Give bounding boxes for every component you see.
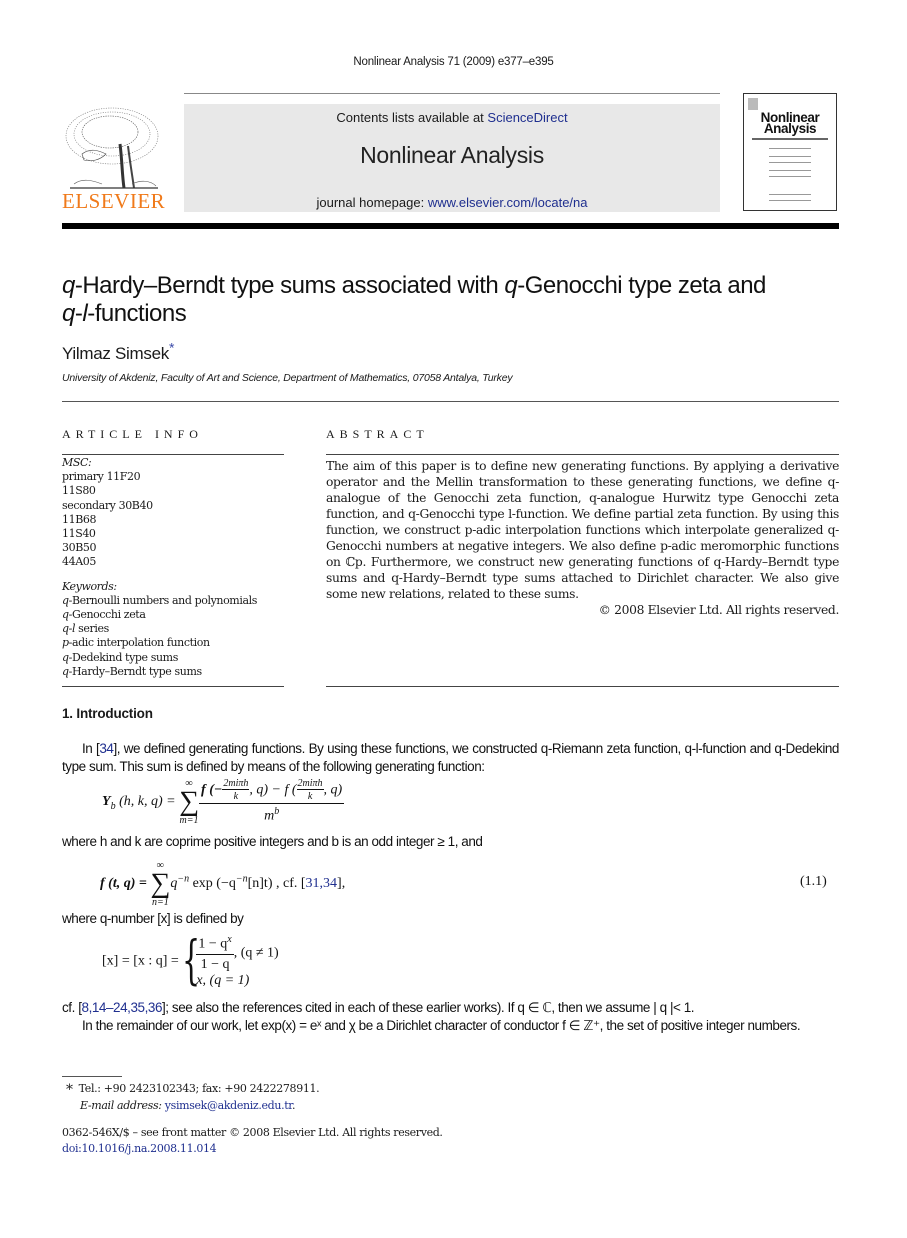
keyword: q-Genocchi zeta bbox=[62, 608, 146, 622]
equation-f: f (t, q) = ∞ ∑ n=1 q−n exp (−q−n[n]t) , cf.… bbox=[100, 860, 346, 908]
msc-code: primary 11F20 bbox=[62, 470, 141, 484]
divider bbox=[326, 454, 839, 455]
article-info-heading: ARTICLE INFO bbox=[62, 427, 203, 441]
reference-sentence: cf. [8,14–24,35,36]; see also the refere… bbox=[62, 1000, 695, 1015]
journal-homepage-link[interactable]: www.elsevier.com/locate/na bbox=[428, 195, 588, 210]
equation-context-text: where q-number [x] is defined by bbox=[62, 911, 244, 926]
divider bbox=[62, 454, 284, 455]
journal-masthead: Contents lists available at ScienceDirec… bbox=[184, 104, 720, 212]
footnote-mark: * bbox=[66, 1082, 73, 1098]
cover-logo-icon bbox=[748, 98, 758, 110]
abstract-heading: ABSTRACT bbox=[326, 427, 429, 441]
running-head: Nonlinear Analysis 71 (2009) e377–e395 bbox=[353, 56, 554, 68]
cover-subtitle-bar bbox=[752, 138, 828, 140]
publisher-wordmark: ELSEVIER bbox=[62, 189, 166, 213]
keyword: q-l series bbox=[62, 622, 109, 636]
corresponding-author-mark[interactable]: * bbox=[169, 339, 174, 355]
keyword: q-Dedekind type sums bbox=[62, 650, 178, 664]
cover-text-line bbox=[769, 170, 811, 171]
email-link[interactable]: ysimsek@akdeniz.edu.tr bbox=[165, 1099, 293, 1112]
cover-text-line bbox=[769, 200, 811, 201]
divider bbox=[326, 686, 839, 687]
cover-text-line bbox=[769, 156, 811, 157]
contents-line: Contents lists available at ScienceDirec… bbox=[184, 110, 720, 125]
cover-title: Nonlinear Analysis bbox=[760, 110, 820, 136]
abstract-copyright: © 2008 Elsevier Ltd. All rights reserved… bbox=[598, 603, 840, 617]
msc-code: secondary 30B40 bbox=[62, 498, 153, 512]
citation-link[interactable]: 31,34 bbox=[306, 876, 338, 891]
cover-text-line bbox=[769, 176, 811, 177]
msc-code: 44A05 bbox=[62, 555, 96, 569]
tree-icon bbox=[65, 107, 159, 189]
citation-link[interactable]: 34 bbox=[99, 741, 114, 756]
sciencedirect-link[interactable]: ScienceDirect bbox=[487, 110, 567, 125]
msc-code: 11S80 bbox=[62, 484, 96, 498]
contents-prefix: Contents lists available at bbox=[336, 110, 488, 125]
front-matter: 0362-546X/$ – see front matter © 2008 El… bbox=[62, 1125, 443, 1157]
equation-context-text: where h and k are coprime positive integ… bbox=[62, 834, 483, 849]
author-affiliation: University of Akdeniz, Faculty of Art an… bbox=[62, 372, 513, 384]
equation-yb: Yb (h, k, q) = ∞ ∑ m=1 f (− 2miπh k, q) − f (… bbox=[102, 778, 345, 826]
elsevier-logo[interactable]: ELSEVIER bbox=[62, 104, 166, 214]
email-label: E-mail address: bbox=[80, 1099, 162, 1112]
equation-number: (1.1) bbox=[800, 874, 827, 889]
intro-paragraph: In the remainder of our work, let exp(x)… bbox=[82, 1018, 801, 1033]
equation-q-number: [x] = [x : q] = { 1 − qx 1 − q, (q ≠ 1) x… bbox=[102, 931, 279, 991]
author-footnote: * Tel.: +90 2423102343; fax: +90 24222789… bbox=[66, 1082, 320, 1112]
homepage-line: journal homepage: www.elsevier.com/locat… bbox=[184, 195, 720, 210]
author-name: Yilmaz Simsek* bbox=[62, 339, 175, 363]
section-heading-introduction: 1. Introduction bbox=[62, 706, 153, 721]
article-title: q-Hardy–Berndt type sums associated with… bbox=[62, 272, 766, 327]
masthead-divider bbox=[184, 93, 720, 94]
abstract-text: The aim of this paper is to define new g… bbox=[326, 459, 839, 601]
keywords-label: Keywords: bbox=[62, 579, 117, 593]
intro-paragraph: In [34], we defined generating functions… bbox=[62, 741, 839, 774]
cover-text-line bbox=[769, 148, 811, 149]
article-info-panel: MSC: primary 11F20 11S80 secondary 30B40… bbox=[62, 456, 284, 679]
keyword: p-adic interpolation function bbox=[62, 636, 210, 650]
cover-text-line bbox=[769, 194, 811, 195]
contact-phone: Tel.: +90 2423102343; fax: +90 242227891… bbox=[78, 1082, 320, 1095]
keyword: q-Hardy–Berndt type sums bbox=[62, 664, 202, 678]
divider bbox=[62, 401, 839, 402]
cover-text-line bbox=[769, 162, 811, 163]
divider bbox=[62, 686, 284, 687]
journal-cover-thumbnail[interactable]: Nonlinear Analysis bbox=[743, 93, 837, 211]
citation-link[interactable]: 8,14–24,35,36 bbox=[82, 1000, 163, 1015]
summation-symbol: ∞ ∑ m=1 bbox=[179, 778, 200, 826]
summation-symbol: ∞ ∑ n=1 bbox=[150, 860, 171, 908]
msc-label: MSC: bbox=[62, 456, 92, 469]
journal-name: Nonlinear Analysis bbox=[360, 142, 544, 168]
left-brace: { bbox=[182, 931, 201, 991]
msc-code: 11S40 bbox=[62, 527, 96, 541]
keyword: q-Bernoulli numbers and polynomials bbox=[62, 593, 257, 607]
masthead-thick-rule bbox=[62, 223, 839, 229]
issn-line: 0362-546X/$ – see front matter © 2008 El… bbox=[62, 1126, 443, 1139]
footnote-divider bbox=[62, 1076, 122, 1077]
msc-code: 11B68 bbox=[62, 512, 97, 526]
doi-link[interactable]: doi:10.1016/j.na.2008.11.014 bbox=[62, 1142, 217, 1155]
msc-code: 30B50 bbox=[62, 541, 97, 555]
homepage-prefix: journal homepage: bbox=[316, 195, 428, 210]
